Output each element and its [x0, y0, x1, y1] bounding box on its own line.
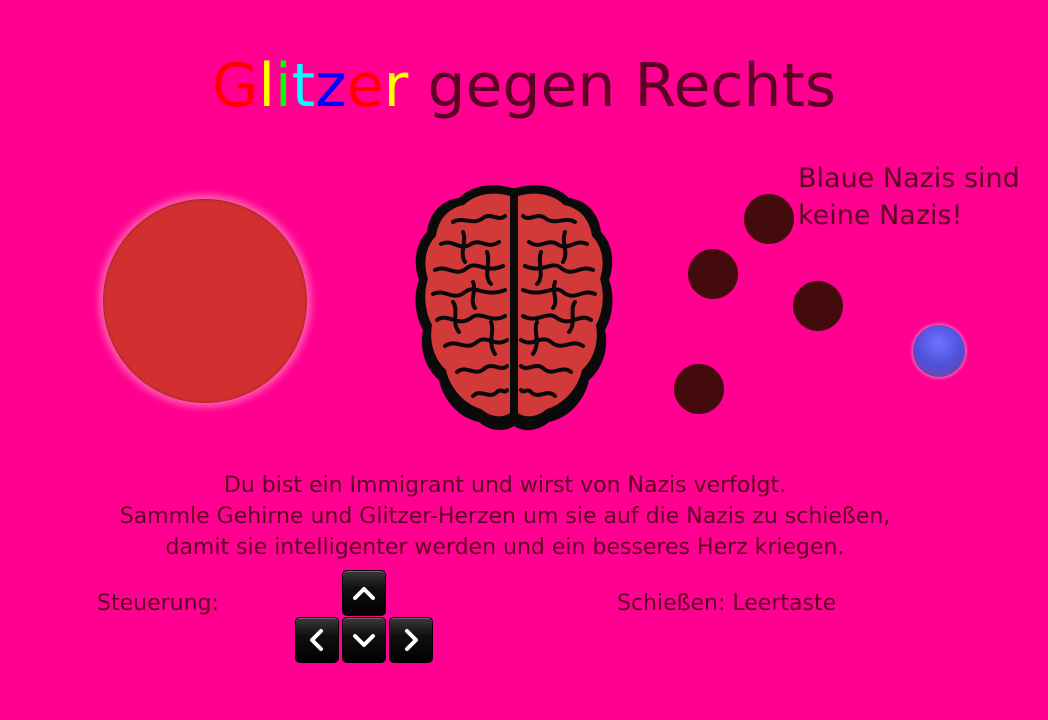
- game-title: Glitzer gegen Rechts: [0, 50, 1048, 122]
- hint-line-1: Blaue Nazis sind: [798, 163, 1020, 194]
- nazi-enemy: [674, 364, 724, 414]
- controls-label: Steuerung:: [97, 591, 219, 616]
- title-letter-2: l: [258, 51, 275, 121]
- blue-nazi: [913, 325, 965, 377]
- shoot-label: Schießen: Leertaste: [617, 591, 837, 616]
- chevron-left-icon: [310, 629, 323, 651]
- title-letter-3: i: [274, 51, 292, 121]
- instructions: Du bist ein Immigrant und wirst von Nazi…: [0, 470, 1010, 563]
- nazi-enemy: [744, 194, 794, 244]
- instructions-line-2: Sammle Gehirne und Glitzer-Herzen um sie…: [119, 504, 891, 529]
- brain-icon: [415, 185, 613, 431]
- chevron-right-icon: [405, 629, 418, 651]
- instructions-line-3: damit sie intelligenter werden und ein b…: [165, 535, 845, 560]
- title-letter-7: r: [383, 51, 409, 121]
- arrow-right-key: [389, 617, 433, 663]
- chevron-down-icon: [353, 634, 375, 647]
- title-letter-6: e: [346, 51, 384, 121]
- title-letter-1: G: [211, 51, 259, 121]
- nazi-enemy: [793, 281, 843, 331]
- instructions-line-1: Du bist ein Immigrant und wirst von Nazi…: [223, 473, 787, 498]
- player-ball: [103, 199, 307, 403]
- title-letter-4: t: [291, 51, 316, 121]
- hint-line-2: keine Nazis!: [798, 200, 963, 231]
- arrow-up-key: [342, 570, 386, 616]
- title-letter-5: z: [315, 51, 347, 121]
- hint-text: Blaue Nazis sind keine Nazis!: [798, 160, 1048, 234]
- arrow-down-key: [342, 617, 386, 663]
- nazi-enemy: [688, 249, 738, 299]
- chevron-up-icon: [353, 587, 375, 600]
- title-rest: gegen Rechts: [408, 51, 837, 121]
- arrow-left-key: [295, 617, 339, 663]
